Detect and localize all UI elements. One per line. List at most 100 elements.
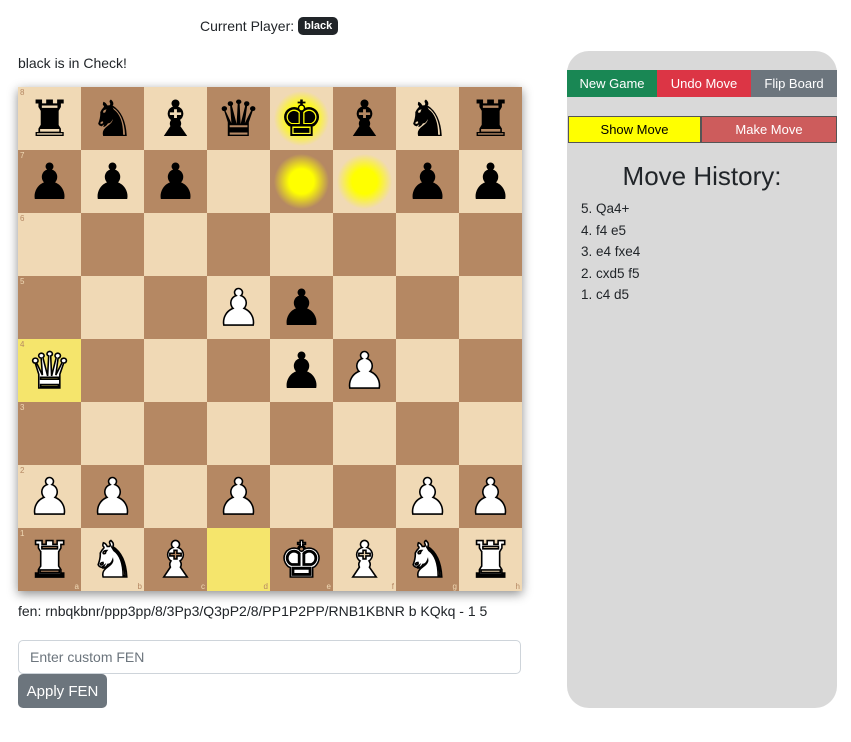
black-knight-icon[interactable]: ♞	[405, 94, 450, 144]
black-rook-icon[interactable]: ♜	[468, 94, 513, 144]
black-pawn-icon[interactable]: ♟	[468, 157, 513, 207]
square-g4[interactable]	[396, 339, 459, 402]
square-f7[interactable]	[333, 150, 396, 213]
square-b7[interactable]: ♟	[81, 150, 144, 213]
square-e3[interactable]	[270, 402, 333, 465]
white-bishop-icon[interactable]: ♝	[341, 534, 387, 586]
apply-fen-button[interactable]: Apply FEN	[18, 674, 107, 708]
square-g8[interactable]: ♞	[396, 87, 459, 150]
square-g7[interactable]: ♟	[396, 150, 459, 213]
square-c2[interactable]	[144, 465, 207, 528]
square-f1[interactable]: f ♝	[333, 528, 396, 591]
square-g6[interactable]	[396, 213, 459, 276]
square-a8[interactable]: 8 ♜	[18, 87, 81, 150]
white-pawn-icon[interactable]: ♟	[89, 471, 135, 523]
square-h5[interactable]	[459, 276, 522, 339]
square-a2[interactable]: 2 ♟	[18, 465, 81, 528]
square-h4[interactable]	[459, 339, 522, 402]
square-d6[interactable]	[207, 213, 270, 276]
square-d4[interactable]	[207, 339, 270, 402]
black-pawn-icon[interactable]: ♟	[90, 157, 135, 207]
square-h6[interactable]	[459, 213, 522, 276]
square-e6[interactable]	[270, 213, 333, 276]
white-pawn-icon[interactable]: ♟	[404, 471, 450, 523]
square-c6[interactable]	[144, 213, 207, 276]
square-g3[interactable]	[396, 402, 459, 465]
square-d1[interactable]: d	[207, 528, 270, 591]
black-pawn-icon[interactable]: ♟	[153, 157, 198, 207]
square-d2[interactable]: ♟	[207, 465, 270, 528]
black-queen-icon[interactable]: ♛	[216, 94, 261, 144]
undo-move-button[interactable]: Undo Move	[657, 70, 751, 97]
show-move-button[interactable]: Show Move	[568, 116, 701, 143]
white-pawn-icon[interactable]: ♟	[26, 471, 72, 523]
square-e5[interactable]: ♟	[270, 276, 333, 339]
square-d7[interactable]	[207, 150, 270, 213]
white-bishop-icon[interactable]: ♝	[152, 534, 198, 586]
black-pawn-icon[interactable]: ♟	[27, 157, 72, 207]
square-d3[interactable]	[207, 402, 270, 465]
square-b5[interactable]	[81, 276, 144, 339]
square-e4[interactable]: ♟	[270, 339, 333, 402]
square-b1[interactable]: b ♞	[81, 528, 144, 591]
square-f3[interactable]	[333, 402, 396, 465]
square-b3[interactable]	[81, 402, 144, 465]
white-rook-icon[interactable]: ♜	[26, 534, 72, 586]
white-queen-icon[interactable]: ♛	[26, 345, 72, 397]
square-f6[interactable]	[333, 213, 396, 276]
square-b4[interactable]	[81, 339, 144, 402]
square-e8[interactable]: ♚	[270, 87, 333, 150]
square-e7[interactable]	[270, 150, 333, 213]
square-b6[interactable]	[81, 213, 144, 276]
black-bishop-icon[interactable]: ♝	[153, 94, 198, 144]
make-move-button[interactable]: Make Move	[701, 116, 837, 143]
square-b8[interactable]: ♞	[81, 87, 144, 150]
black-pawn-icon[interactable]: ♟	[405, 157, 450, 207]
square-f5[interactable]	[333, 276, 396, 339]
square-a1[interactable]: 1 a ♜	[18, 528, 81, 591]
white-pawn-icon[interactable]: ♟	[467, 471, 513, 523]
square-a7[interactable]: 7 ♟	[18, 150, 81, 213]
square-a5[interactable]: 5	[18, 276, 81, 339]
square-c1[interactable]: c ♝	[144, 528, 207, 591]
square-h7[interactable]: ♟	[459, 150, 522, 213]
square-h8[interactable]: ♜	[459, 87, 522, 150]
square-c8[interactable]: ♝	[144, 87, 207, 150]
square-e1[interactable]: e ♚	[270, 528, 333, 591]
square-g1[interactable]: g ♞	[396, 528, 459, 591]
square-g5[interactable]	[396, 276, 459, 339]
square-d8[interactable]: ♛	[207, 87, 270, 150]
square-f2[interactable]	[333, 465, 396, 528]
square-a6[interactable]: 6	[18, 213, 81, 276]
square-a3[interactable]: 3	[18, 402, 81, 465]
square-c7[interactable]: ♟	[144, 150, 207, 213]
white-pawn-icon[interactable]: ♟	[215, 282, 261, 334]
square-e2[interactable]	[270, 465, 333, 528]
white-knight-icon[interactable]: ♞	[404, 534, 450, 586]
white-pawn-icon[interactable]: ♟	[215, 471, 261, 523]
white-king-icon[interactable]: ♚	[278, 534, 324, 586]
square-d5[interactable]: ♟	[207, 276, 270, 339]
new-game-button[interactable]: New Game	[567, 70, 657, 97]
black-rook-icon[interactable]: ♜	[27, 94, 72, 144]
white-pawn-icon[interactable]: ♟	[341, 345, 387, 397]
square-b2[interactable]: ♟	[81, 465, 144, 528]
square-h3[interactable]	[459, 402, 522, 465]
square-a4[interactable]: 4 ♛	[18, 339, 81, 402]
white-knight-icon[interactable]: ♞	[89, 534, 135, 586]
square-f4[interactable]: ♟	[333, 339, 396, 402]
flip-board-button[interactable]: Flip Board	[751, 70, 837, 97]
square-c3[interactable]	[144, 402, 207, 465]
square-c4[interactable]	[144, 339, 207, 402]
square-g2[interactable]: ♟	[396, 465, 459, 528]
square-f8[interactable]: ♝	[333, 87, 396, 150]
custom-fen-input[interactable]	[18, 640, 521, 674]
square-h1[interactable]: h ♜	[459, 528, 522, 591]
black-king-icon[interactable]: ♚	[279, 94, 324, 144]
white-rook-icon[interactable]: ♜	[467, 534, 513, 586]
black-bishop-icon[interactable]: ♝	[342, 94, 387, 144]
black-knight-icon[interactable]: ♞	[90, 94, 135, 144]
square-c5[interactable]	[144, 276, 207, 339]
black-pawn-icon[interactable]: ♟	[279, 283, 324, 333]
square-h2[interactable]: ♟	[459, 465, 522, 528]
